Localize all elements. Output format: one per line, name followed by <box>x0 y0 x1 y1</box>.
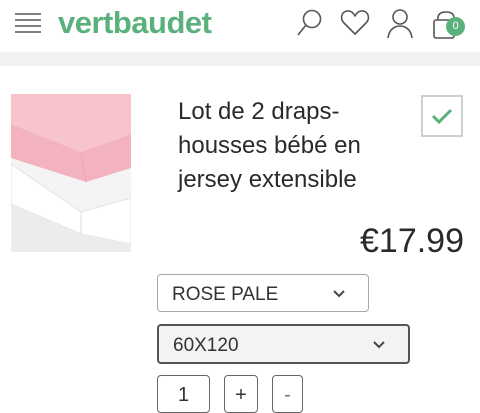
search-icon[interactable] <box>296 8 324 38</box>
quantity-input[interactable]: 1 <box>157 375 210 413</box>
product-image[interactable] <box>11 94 131 252</box>
header-separator <box>0 52 480 66</box>
site-header: vertbaudet 0 <box>0 0 480 48</box>
size-select[interactable]: 60X120 <box>157 324 410 364</box>
size-select-value: 60X120 <box>173 335 239 356</box>
quantity-minus-button[interactable]: - <box>272 375 303 413</box>
brand-logo[interactable]: vertbaudet <box>58 4 212 42</box>
heart-icon[interactable] <box>340 8 370 38</box>
check-icon <box>431 108 453 125</box>
chevron-down-icon <box>333 290 345 298</box>
quantity-plus-button[interactable]: + <box>224 375 258 413</box>
chevron-down-icon <box>373 341 385 349</box>
product-price: €17.99 <box>360 222 464 260</box>
color-select[interactable]: ROSE PALE <box>157 274 369 312</box>
hamburger-menu-icon[interactable] <box>14 11 42 35</box>
product-select-checkbox[interactable] <box>421 95 463 137</box>
user-icon[interactable] <box>386 8 414 40</box>
cart-count-badge: 0 <box>446 17 465 36</box>
product-title: Lot de 2 draps-housses bébé en jersey ex… <box>178 98 361 193</box>
color-select-value: ROSE PALE <box>172 284 279 305</box>
